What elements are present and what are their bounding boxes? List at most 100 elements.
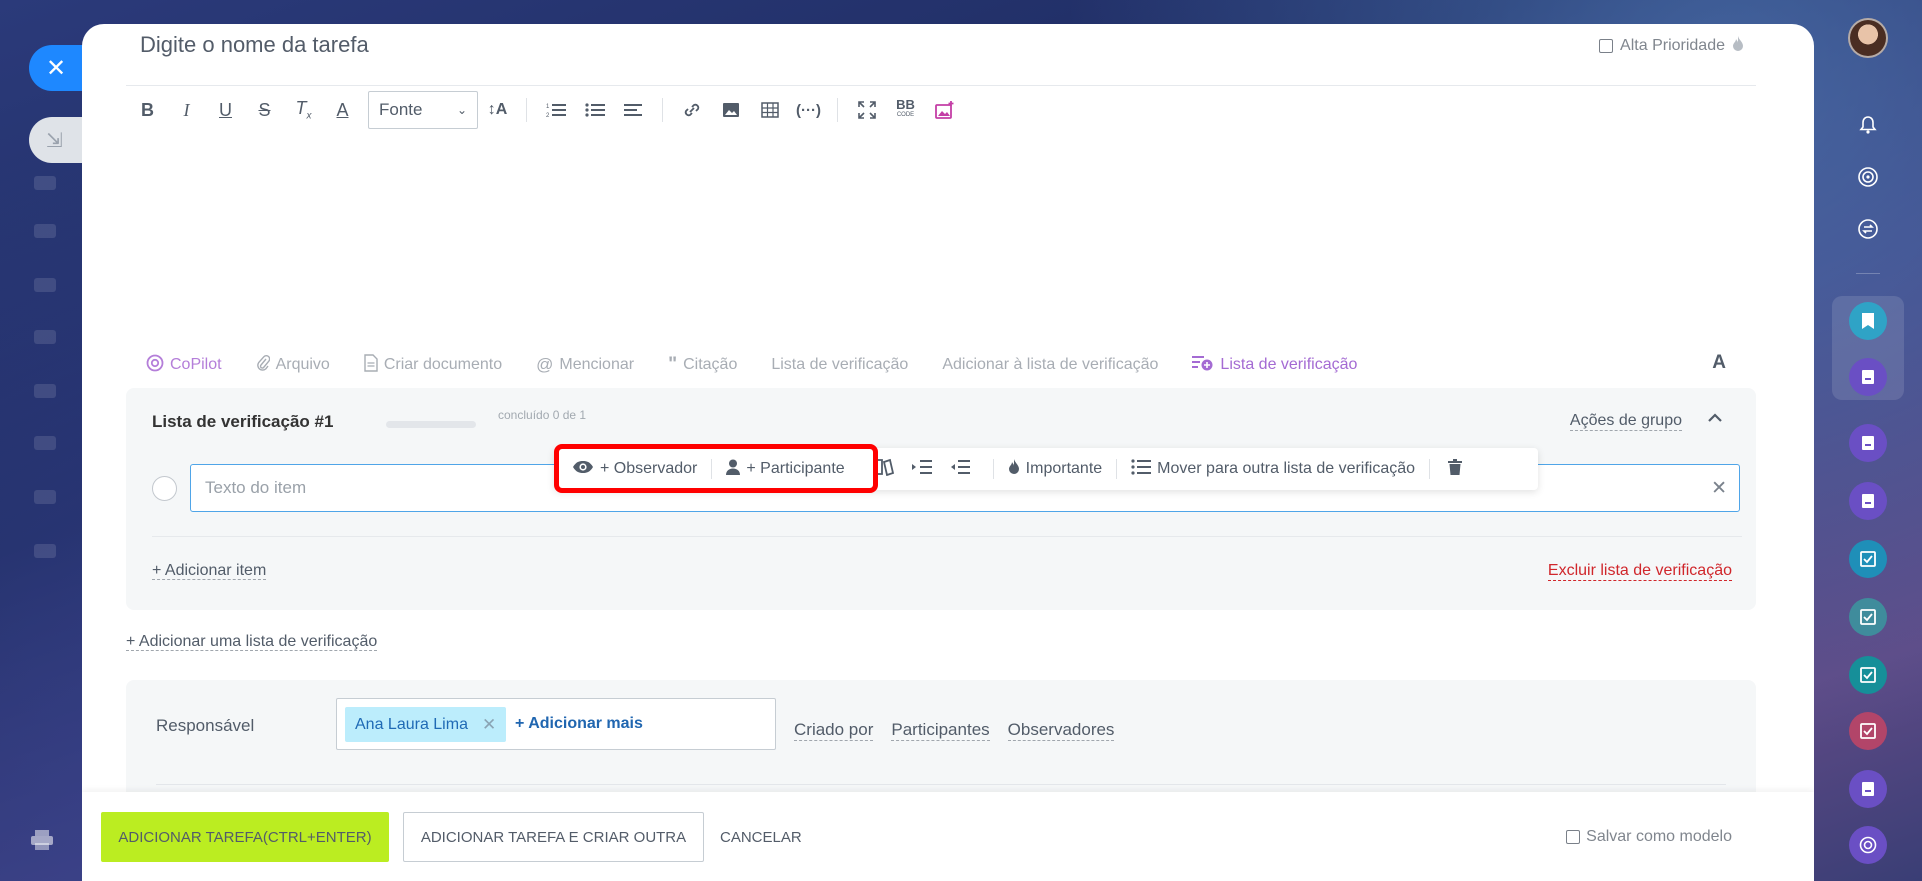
checklist-active-label: Lista de verificação bbox=[1220, 356, 1358, 373]
collapse-icon[interactable] bbox=[1708, 410, 1722, 426]
task-icon[interactable] bbox=[1849, 424, 1887, 462]
participants-link[interactable]: Participantes bbox=[891, 720, 990, 741]
delete-checklist-link[interactable]: Excluir lista de verificação bbox=[1547, 562, 1732, 581]
high-priority-toggle[interactable]: Alta Prioridade bbox=[1599, 36, 1744, 56]
observers-link[interactable]: Observadores bbox=[1007, 720, 1115, 741]
important-button[interactable]: Importante bbox=[994, 458, 1116, 480]
table-button[interactable] bbox=[750, 95, 789, 125]
high-priority-checkbox[interactable] bbox=[1599, 39, 1614, 53]
quote-icon: " bbox=[668, 354, 678, 375]
background-menu-icon bbox=[34, 330, 56, 344]
editor-toolbar: B I U S Tx A Fonte ⌄ ↕A 12 (···) BB CODE bbox=[128, 90, 964, 130]
bullet-list-button[interactable] bbox=[575, 95, 614, 125]
numbered-list-button[interactable]: 12 bbox=[536, 95, 575, 125]
task-title-row: Digite o nome da tarefa Alta Prioridade bbox=[126, 24, 1756, 86]
task-icon[interactable] bbox=[1849, 482, 1887, 520]
add-checklist-label: + Adicionar uma lista de verificação bbox=[126, 633, 378, 651]
checkbox-icon[interactable] bbox=[1849, 656, 1887, 694]
checklist-button[interactable]: Lista de verificação bbox=[771, 356, 908, 374]
checkbox-icon[interactable] bbox=[1849, 540, 1887, 578]
underline-button[interactable]: U bbox=[206, 95, 245, 125]
high-priority-label: Alta Prioridade bbox=[1620, 37, 1725, 54]
checklist-title[interactable]: Lista de verificação #1 bbox=[152, 412, 333, 432]
file-label: Arquivo bbox=[275, 356, 330, 373]
item-complete-checkbox[interactable] bbox=[152, 476, 177, 501]
quote-button[interactable]: " Citação bbox=[668, 354, 737, 376]
highlight-box bbox=[554, 444, 878, 493]
checkbox-icon[interactable] bbox=[1849, 712, 1887, 750]
add-item-label: + Adicionar item bbox=[152, 562, 267, 580]
ai-image-button[interactable] bbox=[925, 95, 964, 125]
group-actions-link[interactable]: Ações de grupo bbox=[1569, 412, 1682, 431]
sync-icon[interactable] bbox=[1849, 210, 1887, 248]
flame-icon bbox=[1732, 36, 1744, 56]
add-checklist-link[interactable]: + Adicionar uma lista de verificação bbox=[126, 633, 378, 651]
clear-icon[interactable]: ✕ bbox=[1711, 477, 1727, 500]
italic-button[interactable]: I bbox=[167, 95, 206, 125]
bookmark-icon[interactable] bbox=[1849, 302, 1887, 340]
copilot-icon bbox=[146, 354, 164, 377]
mention-button[interactable]: @ Mencionar bbox=[536, 355, 634, 375]
save-as-template-toggle[interactable]: Salvar como modelo bbox=[1566, 828, 1732, 846]
save-as-template-checkbox[interactable] bbox=[1566, 830, 1581, 844]
delete-item-button[interactable] bbox=[1430, 458, 1471, 480]
created-by-link[interactable]: Criado por bbox=[794, 720, 874, 741]
checkbox-icon[interactable] bbox=[1849, 598, 1887, 636]
trash-icon bbox=[1448, 458, 1463, 480]
add-task-button[interactable]: ADICIONAR TAREFA(CTRL+ENTER) bbox=[101, 812, 389, 862]
outdent-button[interactable] bbox=[941, 459, 979, 480]
background-menu-icon bbox=[34, 436, 56, 450]
task-title-input[interactable]: Digite o nome da tarefa bbox=[140, 32, 369, 58]
add-item-link[interactable]: + Adicionar item bbox=[152, 562, 267, 580]
font-size-button[interactable]: ↕A bbox=[478, 95, 517, 125]
align-button[interactable] bbox=[614, 95, 653, 125]
list-icon bbox=[1131, 458, 1152, 480]
copilot-button[interactable]: CoPilot bbox=[146, 354, 222, 377]
target-icon[interactable] bbox=[1849, 158, 1887, 196]
font-select[interactable]: Fonte ⌄ bbox=[368, 91, 478, 129]
add-more-link[interactable]: + Adicionar mais bbox=[515, 715, 643, 733]
copilot-icon[interactable] bbox=[1849, 826, 1887, 864]
task-icon[interactable] bbox=[1849, 770, 1887, 808]
clear-format-button[interactable]: Tx bbox=[284, 95, 323, 125]
code-button[interactable]: (···) bbox=[789, 95, 828, 125]
close-slider-button[interactable]: ✕ bbox=[29, 45, 85, 91]
fullscreen-button[interactable] bbox=[847, 95, 886, 125]
footer-bar: ADICIONAR TAREFA(CTRL+ENTER) ADICIONAR T… bbox=[82, 792, 1814, 881]
text-format-toggle[interactable]: A bbox=[1712, 352, 1726, 374]
create-document-button[interactable]: Criar documento bbox=[364, 353, 502, 377]
strikethrough-button[interactable]: S bbox=[245, 95, 284, 125]
file-button[interactable]: Arquivo bbox=[256, 354, 330, 377]
save-as-template-label: Salvar como modelo bbox=[1586, 828, 1732, 845]
minimize-slider-button[interactable]: ⇲ bbox=[29, 117, 85, 163]
left-column: ✕ ⇲ bbox=[0, 0, 85, 881]
indent-button[interactable] bbox=[903, 459, 941, 480]
remove-assignee-icon[interactable]: ✕ bbox=[482, 715, 496, 735]
bold-button[interactable]: B bbox=[128, 95, 167, 125]
background-menu-icon bbox=[34, 544, 56, 558]
responsible-selector[interactable]: Ana Laura Lima ✕ + Adicionar mais bbox=[336, 698, 776, 750]
add-to-checklist-button[interactable]: Adicionar à lista de verificação bbox=[942, 356, 1158, 374]
checklist-panel: Lista de verificação #1 concluído 0 de 1… bbox=[126, 388, 1756, 610]
bell-icon[interactable] bbox=[1849, 106, 1887, 144]
checklist-active-button[interactable]: Lista de verificação bbox=[1192, 354, 1357, 377]
toolbar-divider bbox=[526, 98, 527, 122]
checklist-progress-text: concluído 0 de 1 bbox=[498, 408, 587, 422]
link-button[interactable] bbox=[672, 95, 711, 125]
text-color-button[interactable]: A bbox=[323, 95, 362, 125]
add-and-create-another-button[interactable]: ADICIONAR TAREFA E CRIAR OUTRA bbox=[403, 812, 704, 862]
print-icon[interactable] bbox=[30, 830, 54, 850]
right-column bbox=[1812, 0, 1922, 881]
mention-label: Mencionar bbox=[559, 356, 635, 373]
user-avatar[interactable] bbox=[1848, 18, 1888, 58]
image-button[interactable] bbox=[711, 95, 750, 125]
important-label: Importante bbox=[1025, 460, 1103, 477]
task-icon[interactable] bbox=[1849, 358, 1887, 396]
assignee-chip[interactable]: Ana Laura Lima ✕ bbox=[345, 707, 507, 742]
document-icon bbox=[364, 353, 378, 377]
svg-text:1: 1 bbox=[546, 104, 550, 110]
cancel-button[interactable]: CANCELAR bbox=[720, 829, 802, 846]
bbcode-button[interactable]: BB CODE bbox=[886, 95, 925, 125]
attach-bar: CoPilot Arquivo Criar documento @ Mencio… bbox=[146, 350, 1726, 380]
move-to-list-button[interactable]: Mover para outra lista de verificação bbox=[1117, 458, 1429, 480]
